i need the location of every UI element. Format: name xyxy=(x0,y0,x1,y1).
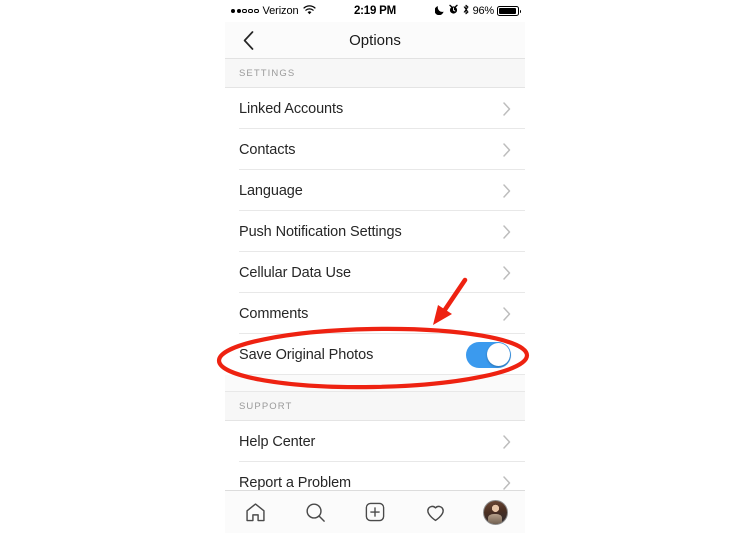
back-button[interactable] xyxy=(235,27,261,53)
row-label: Save Original Photos xyxy=(239,346,374,363)
section-header-support: SUPPORT xyxy=(225,392,525,421)
settings-list: Linked Accounts Contacts Language Push N… xyxy=(225,88,525,375)
screenshot-canvas: Verizon 2:19 PM 96% Options SETTINGS Lin… xyxy=(0,0,750,533)
tab-add-post[interactable] xyxy=(355,492,395,532)
page-title: Options xyxy=(349,31,401,49)
carrier-label: Verizon xyxy=(262,5,299,17)
home-icon xyxy=(245,502,265,521)
tab-bar xyxy=(225,490,525,533)
phone-screen: Verizon 2:19 PM 96% Options SETTINGS Lin… xyxy=(225,0,525,533)
heart-icon xyxy=(426,505,444,521)
row-cellular-data-use[interactable]: Cellular Data Use xyxy=(225,252,525,293)
chevron-right-icon xyxy=(503,101,511,116)
battery-icon xyxy=(497,6,521,16)
alarm-clock-icon xyxy=(448,4,459,18)
search-icon xyxy=(305,502,325,522)
status-bar-right: 96% xyxy=(375,4,521,18)
row-contacts[interactable]: Contacts xyxy=(225,129,525,170)
row-label: Comments xyxy=(239,305,309,322)
row-label: Help Center xyxy=(239,433,316,450)
status-bar: Verizon 2:19 PM 96% xyxy=(225,0,525,22)
chevron-right-icon xyxy=(503,183,511,198)
toggle-knob xyxy=(487,343,510,366)
chevron-right-icon xyxy=(503,224,511,239)
section-header-settings: SETTINGS xyxy=(225,59,525,88)
tab-home[interactable] xyxy=(235,492,275,532)
chevron-left-icon xyxy=(243,30,253,50)
battery-percent-label: 96% xyxy=(472,5,495,17)
row-help-center[interactable]: Help Center xyxy=(225,421,525,462)
tab-activity[interactable] xyxy=(415,492,455,532)
tab-profile[interactable] xyxy=(475,492,515,532)
add-post-icon xyxy=(365,502,385,522)
chevron-right-icon xyxy=(503,142,511,157)
chevron-right-icon xyxy=(503,475,511,490)
row-label: Language xyxy=(239,182,303,199)
wifi-icon xyxy=(302,4,316,18)
row-label: Cellular Data Use xyxy=(239,264,351,281)
nav-bar: Options xyxy=(225,22,525,59)
section-gap xyxy=(225,375,525,392)
row-label: Push Notification Settings xyxy=(239,223,402,240)
row-label: Linked Accounts xyxy=(239,100,344,117)
signal-strength-icon xyxy=(231,8,259,14)
row-label: Report a Problem xyxy=(239,474,352,491)
bluetooth-icon xyxy=(462,4,470,18)
row-save-original-photos[interactable]: Save Original Photos xyxy=(225,334,525,375)
chevron-right-icon xyxy=(503,265,511,280)
row-linked-accounts[interactable]: Linked Accounts xyxy=(225,88,525,129)
row-language[interactable]: Language xyxy=(225,170,525,211)
row-comments[interactable]: Comments xyxy=(225,293,525,334)
save-original-photos-toggle[interactable] xyxy=(466,341,511,368)
profile-avatar-icon xyxy=(482,499,508,525)
row-push-notification-settings[interactable]: Push Notification Settings xyxy=(225,211,525,252)
moon-icon xyxy=(434,4,445,18)
chevron-right-icon xyxy=(503,306,511,321)
row-label: Contacts xyxy=(239,141,296,158)
chevron-right-icon xyxy=(503,434,511,449)
tab-search[interactable] xyxy=(295,492,335,532)
status-bar-left: Verizon xyxy=(231,4,375,18)
